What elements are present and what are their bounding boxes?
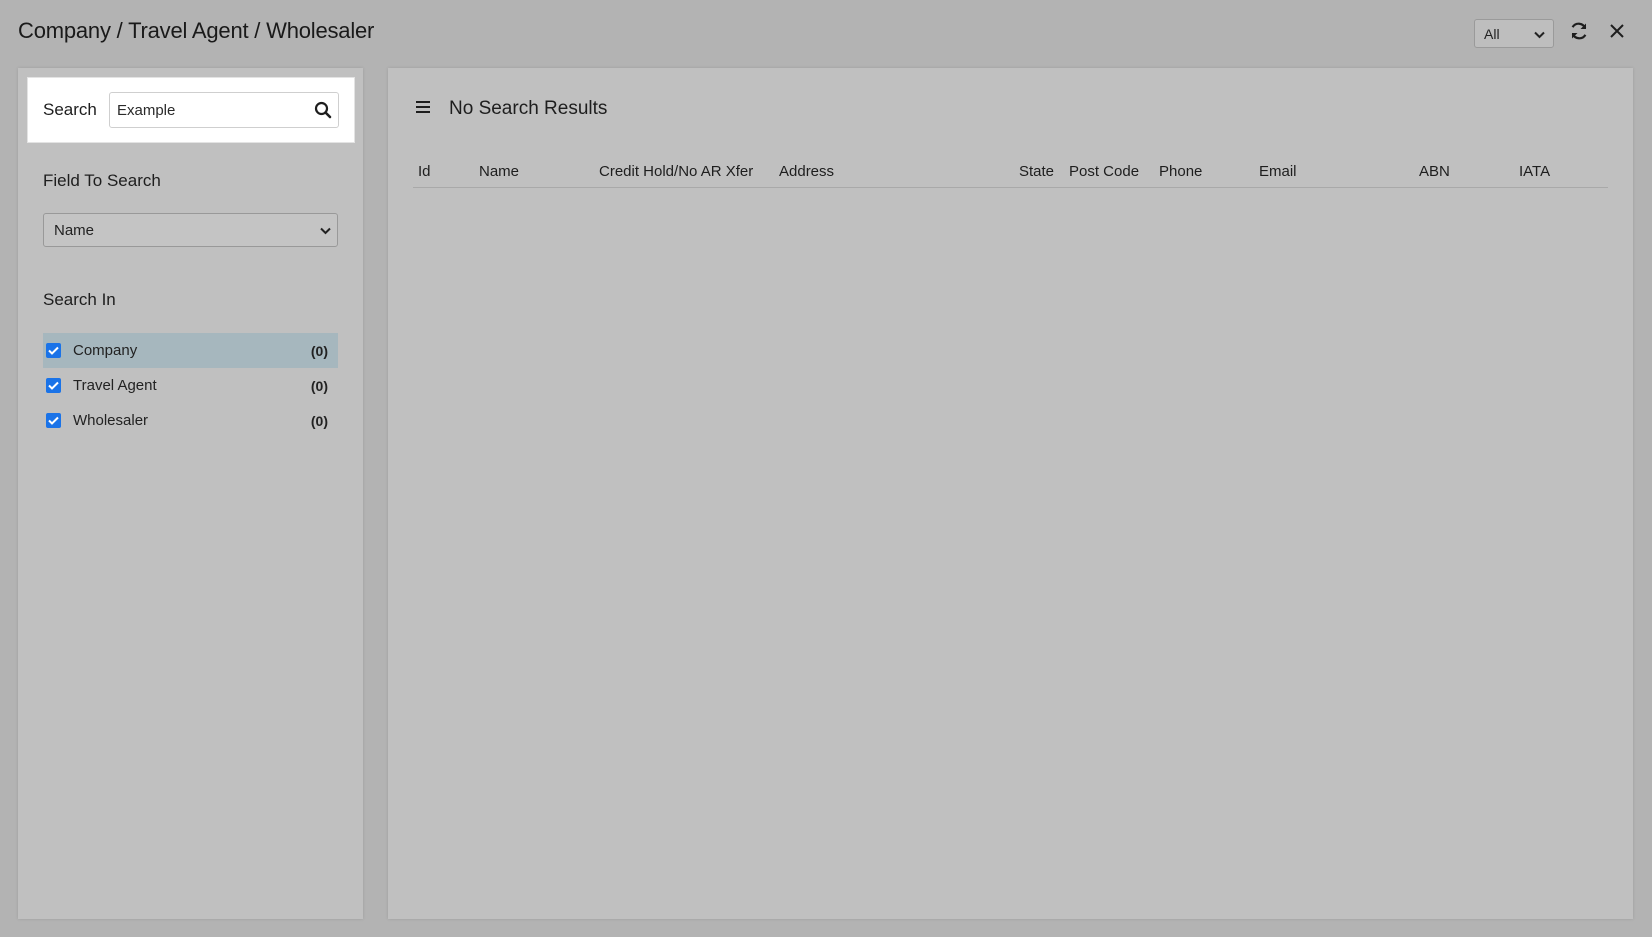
search-in-item-company[interactable]: Company (0): [43, 333, 338, 368]
hamburger-menu-icon[interactable]: [415, 100, 431, 119]
company-checkbox[interactable]: [46, 343, 61, 358]
results-panel: No Search Results Id Name Credit Hold/No…: [388, 68, 1633, 919]
window-controls: All: [1474, 19, 1630, 48]
search-field: [109, 92, 339, 128]
search-label: Search: [43, 100, 97, 119]
field-to-search-value: Name: [54, 221, 95, 239]
search-input[interactable]: [110, 93, 314, 127]
search-in-item-count: (0): [310, 342, 328, 359]
search-in-list: Company (0) Travel Agent (0) Wholesaler …: [43, 333, 338, 438]
column-header-iata[interactable]: IATA: [1519, 163, 1550, 180]
column-header-name[interactable]: Name: [479, 163, 519, 180]
column-header-abn[interactable]: ABN: [1419, 163, 1450, 180]
search-in-item-label: Wholesaler: [73, 412, 149, 429]
search-in-item-count: (0): [310, 377, 328, 394]
search-in-heading: Search In: [43, 290, 116, 309]
column-header-id[interactable]: Id: [418, 163, 431, 180]
column-header-email[interactable]: Email: [1259, 163, 1297, 180]
refresh-button[interactable]: [1566, 21, 1592, 47]
wholesaler-checkbox[interactable]: [46, 413, 61, 428]
close-button[interactable]: [1604, 21, 1630, 47]
column-header-phone[interactable]: Phone: [1159, 163, 1202, 180]
search-icon[interactable]: [314, 101, 332, 119]
search-in-item-wholesaler[interactable]: Wholesaler (0): [43, 403, 338, 438]
page-title: Company / Travel Agent / Wholesaler: [18, 18, 375, 43]
refresh-icon: [1569, 21, 1589, 46]
column-header-post-code[interactable]: Post Code: [1069, 163, 1139, 180]
chevron-down-icon: [320, 222, 331, 239]
field-to-search-select[interactable]: Name: [43, 213, 338, 247]
search-box: Search: [27, 77, 355, 143]
chevron-down-icon: [1534, 26, 1545, 42]
travel-agent-checkbox[interactable]: [46, 378, 61, 393]
search-in-item-count: (0): [310, 412, 328, 429]
scope-select-value: All: [1484, 25, 1500, 42]
results-header: No Search Results: [415, 98, 607, 120]
search-in-item-label: Travel Agent: [73, 377, 157, 394]
field-to-search-heading: Field To Search: [43, 171, 161, 190]
results-table-header: Id Name Credit Hold/No AR Xfer Address S…: [413, 163, 1608, 188]
column-header-address[interactable]: Address: [779, 163, 834, 180]
column-header-credit-hold[interactable]: Credit Hold/No AR Xfer: [599, 163, 753, 180]
search-in-item-label: Company: [73, 342, 138, 359]
column-header-state[interactable]: State: [1019, 163, 1054, 180]
search-in-item-travel-agent[interactable]: Travel Agent (0): [43, 368, 338, 403]
search-sidebar: Search Field To Search Name Search In Co…: [18, 68, 363, 919]
results-title: No Search Results: [449, 98, 608, 119]
close-icon: [1609, 23, 1625, 44]
scope-select[interactable]: All: [1474, 19, 1554, 48]
